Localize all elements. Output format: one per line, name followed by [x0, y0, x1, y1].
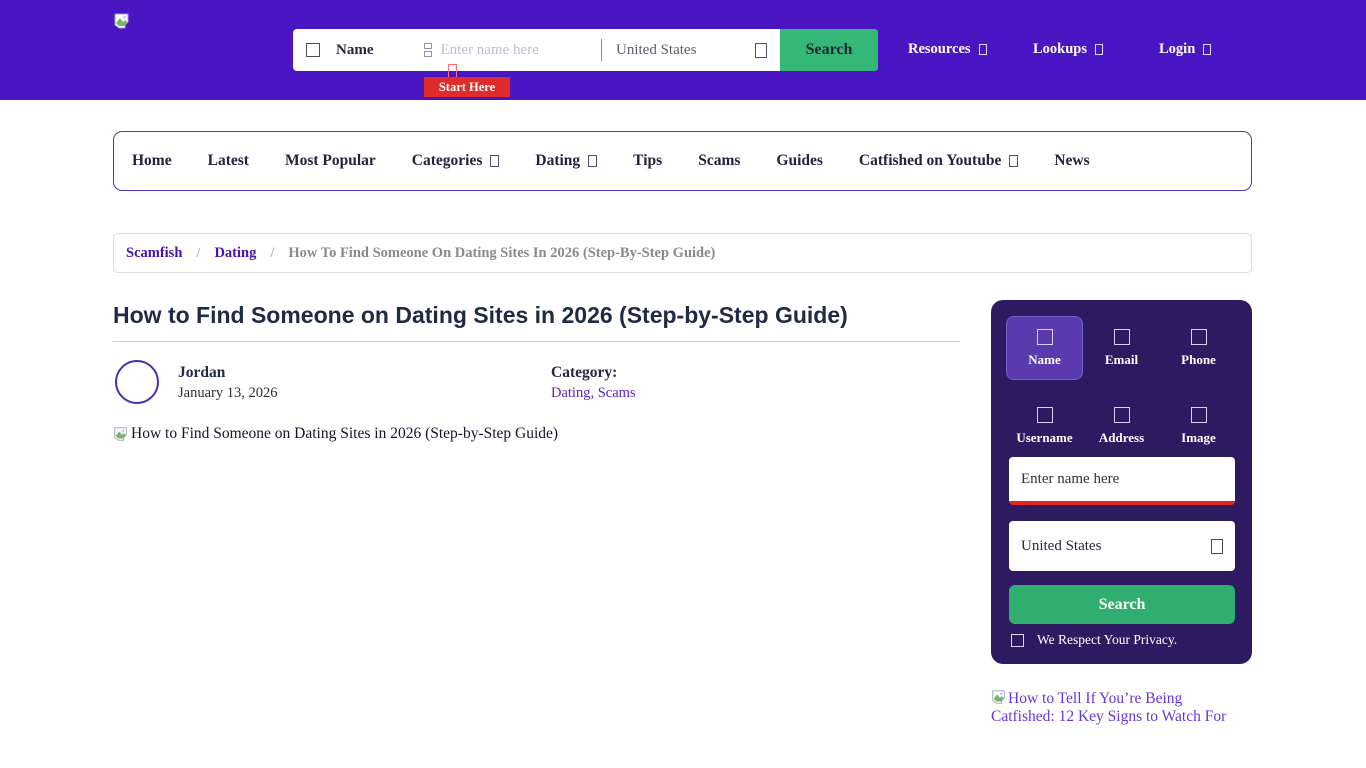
category-links: Dating, Scams	[551, 385, 636, 402]
header-name-input[interactable]	[441, 42, 596, 59]
sidebar-country-select[interactable]: United States	[1009, 521, 1235, 571]
broken-image-icon	[113, 12, 131, 30]
breadcrumb-separator: /	[270, 245, 274, 262]
header-search-button[interactable]: Search	[780, 29, 878, 71]
name-icon	[1037, 329, 1053, 345]
hero-image-alt-text: How to Find Someone on Dating Sites in 2…	[131, 425, 558, 443]
article-header: How to Find Someone on Dating Sites in 2…	[113, 298, 960, 468]
menu-resources-label: Resources	[908, 41, 971, 58]
publish-date: January 13, 2026	[178, 385, 277, 402]
nav-item-scams[interactable]: Scams	[698, 152, 740, 170]
email-icon	[1114, 329, 1130, 345]
category-separator: ,	[590, 385, 597, 401]
related-article-title: How to Tell If You’re Being Catfished: 1…	[991, 690, 1226, 725]
tab-username[interactable]: Username	[1006, 394, 1083, 458]
chevron-down-icon	[1211, 539, 1223, 554]
chevron-down-icon	[1009, 155, 1018, 167]
privacy-text: We Respect Your Privacy.	[1037, 632, 1177, 648]
arrow-up-icon	[448, 64, 457, 78]
site-header: Name United States Search Start Here Res…	[0, 0, 1366, 100]
title-divider	[113, 341, 960, 342]
nav-item-most-popular[interactable]: Most Popular	[285, 152, 376, 170]
breadcrumb-dating-link[interactable]: Dating	[214, 245, 256, 262]
author-avatar	[115, 360, 159, 404]
privacy-checkbox[interactable]	[1011, 634, 1024, 647]
page: Name United States Search Start Here Res…	[0, 0, 1366, 768]
image-icon	[1191, 407, 1207, 423]
broken-image-icon	[113, 426, 129, 442]
nav-item-news[interactable]: News	[1054, 152, 1089, 170]
category-label: Category:	[551, 364, 617, 382]
site-logo[interactable]	[113, 12, 131, 30]
tab-address[interactable]: Address	[1083, 394, 1160, 458]
hero-image-broken: How to Find Someone on Dating Sites in 2…	[113, 425, 558, 443]
address-icon	[1114, 407, 1130, 423]
breadcrumb-current-page: How To Find Someone On Dating Sites In 2…	[288, 245, 715, 262]
menu-lookups-label: Lookups	[1033, 41, 1087, 58]
search-type-label[interactable]: Name	[336, 42, 374, 59]
category-link-dating[interactable]: Dating	[551, 385, 590, 401]
sidebar-search-widget: Name Email Phone Username Address Image	[991, 300, 1252, 664]
header-search-bar: Name United States Search	[293, 29, 878, 71]
tab-phone[interactable]: Phone	[1160, 316, 1237, 380]
nav-item-catfished-on-youtube[interactable]: Catfished on Youtube	[859, 152, 1018, 170]
sidebar-name-input[interactable]	[1009, 457, 1235, 505]
tab-name[interactable]: Name	[1006, 316, 1083, 380]
chevron-down-icon	[1203, 44, 1211, 55]
author-name: Jordan	[178, 364, 225, 382]
page-title: How to Find Someone on Dating Sites in 2…	[113, 302, 848, 329]
breadcrumb: Scamfish / Dating / How To Find Someone …	[113, 233, 1252, 273]
search-type-tabs: Name Email Phone Username Address Image	[1006, 316, 1237, 458]
nav-item-guides[interactable]: Guides	[776, 152, 823, 170]
tab-email[interactable]: Email	[1083, 316, 1160, 380]
menu-login-label: Login	[1159, 41, 1195, 58]
username-icon	[1037, 407, 1053, 423]
related-article-link[interactable]: How to Tell If You’re Being Catfished: 1…	[991, 689, 1247, 726]
nav-item-categories[interactable]: Categories	[412, 152, 500, 170]
person-icon	[424, 43, 432, 57]
chevron-down-icon	[588, 155, 597, 167]
nav-item-home[interactable]: Home	[132, 152, 172, 170]
broken-image-icon	[991, 689, 1007, 705]
header-menu-resources[interactable]: Resources	[908, 40, 987, 58]
privacy-row: We Respect Your Privacy.	[1011, 632, 1177, 648]
header-menu-lookups[interactable]: Lookups	[1033, 40, 1103, 58]
chevron-down-icon	[755, 43, 767, 58]
category-link-scams[interactable]: Scams	[598, 385, 636, 401]
search-type-checkbox-icon[interactable]	[306, 43, 320, 57]
start-here-badge[interactable]: Start Here	[424, 77, 510, 97]
chevron-down-icon	[979, 44, 987, 55]
header-country-select[interactable]: United States	[602, 29, 780, 71]
nav-item-latest[interactable]: Latest	[208, 152, 249, 170]
nav-item-tips[interactable]: Tips	[633, 152, 662, 170]
sidebar-search-button[interactable]: Search	[1009, 585, 1235, 624]
phone-icon	[1191, 329, 1207, 345]
header-menu-login[interactable]: Login	[1159, 40, 1211, 58]
country-value: United States	[1021, 538, 1101, 555]
breadcrumb-separator: /	[196, 245, 200, 262]
tab-image[interactable]: Image	[1160, 394, 1237, 458]
breadcrumb-home-link[interactable]: Scamfish	[126, 245, 182, 262]
main-nav: Home Latest Most Popular Categories Dati…	[113, 131, 1252, 191]
search-type-section: Name	[293, 29, 601, 71]
chevron-down-icon	[1095, 44, 1103, 55]
country-value: United States	[616, 42, 696, 59]
chevron-down-icon	[490, 155, 499, 167]
nav-item-dating[interactable]: Dating	[535, 152, 597, 170]
